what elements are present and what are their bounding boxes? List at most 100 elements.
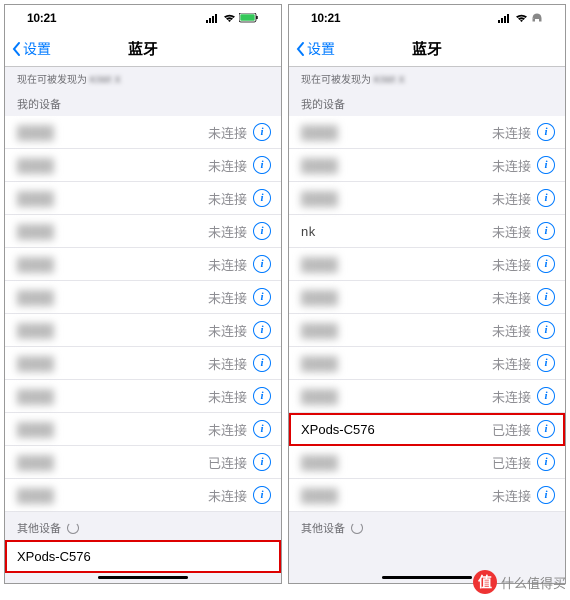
info-icon[interactable]: i	[537, 453, 555, 471]
info-icon[interactable]: i	[537, 486, 555, 504]
info-icon[interactable]: i	[537, 321, 555, 339]
info-icon[interactable]: i	[253, 255, 271, 273]
device-row[interactable]: ████未连接 i	[289, 347, 565, 380]
device-status: 未连接	[492, 123, 531, 142]
watermark: 值 什么值得买	[473, 570, 566, 594]
info-icon[interactable]: i	[537, 288, 555, 306]
discoverable-text: 现在可被发现为 KIWI X	[5, 67, 281, 88]
device-status: 未连接	[208, 123, 247, 142]
device-row[interactable]: ████未连接i	[289, 380, 565, 413]
device-row[interactable]: ████未连接 i	[289, 116, 565, 149]
device-row[interactable]: ████未连接i	[5, 116, 281, 149]
device-row[interactable]: nk未连接i	[289, 215, 565, 248]
home-indicator[interactable]	[98, 576, 188, 579]
headphones-icon	[531, 11, 543, 25]
device-status: 未连接	[492, 288, 531, 307]
signal-icon	[206, 14, 220, 23]
info-icon[interactable]: i	[253, 288, 271, 306]
info-icon[interactable]: i	[253, 321, 271, 339]
device-name: ████	[17, 323, 208, 338]
info-icon[interactable]: i	[537, 354, 555, 372]
info-icon[interactable]: i	[537, 255, 555, 273]
info-icon[interactable]: i	[253, 420, 271, 438]
spinner-icon	[67, 522, 79, 534]
device-name: ████	[301, 323, 492, 338]
device-status: 未连接	[208, 156, 247, 175]
device-status: 已连接	[492, 420, 531, 439]
my-devices-list: ████未连接i████未连接i████未连接ink未连接i████未连接i██…	[289, 116, 565, 512]
my-devices-header: 我的设备	[5, 88, 281, 116]
info-icon[interactable]: i	[253, 354, 271, 372]
wifi-icon	[223, 14, 236, 23]
device-row[interactable]: ████未连接 i	[5, 215, 281, 248]
info-icon[interactable]: i	[537, 189, 555, 207]
status-time: 10:21	[311, 11, 340, 25]
device-row[interactable]: ████未连接i	[289, 479, 565, 512]
device-name: ████	[17, 290, 208, 305]
other-devices-header: 其他设备	[5, 512, 281, 540]
info-icon[interactable]: i	[253, 387, 271, 405]
back-button[interactable]: 设置	[11, 39, 51, 59]
other-device-row[interactable]: XPods-C576	[5, 540, 281, 573]
info-icon[interactable]: i	[253, 123, 271, 141]
device-status: 未连接	[492, 321, 531, 340]
nav-title: 蓝牙	[128, 38, 158, 59]
home-indicator[interactable]	[382, 576, 472, 579]
info-icon[interactable]: i	[537, 222, 555, 240]
device-name: ████	[301, 257, 492, 272]
info-icon[interactable]: i	[253, 486, 271, 504]
device-row[interactable]: ████已连接i	[289, 446, 565, 479]
device-row[interactable]: ████未连接 i	[289, 314, 565, 347]
device-name: ████	[301, 125, 492, 140]
device-name: ████	[301, 356, 492, 371]
device-status: 未连接	[208, 222, 247, 241]
device-row[interactable]: ████未连接i	[5, 281, 281, 314]
device-row[interactable]: ████已连接 i	[5, 446, 281, 479]
device-status: 未连接	[208, 354, 247, 373]
info-icon[interactable]: i	[253, 156, 271, 174]
device-row[interactable]: ████未连接i	[5, 182, 281, 215]
device-row[interactable]: ████未连接i	[5, 149, 281, 182]
device-row[interactable]: ████未连接i	[289, 149, 565, 182]
info-icon[interactable]: i	[253, 189, 271, 207]
device-name: ████	[17, 455, 208, 470]
back-label: 设置	[307, 39, 335, 59]
info-icon[interactable]: i	[537, 387, 555, 405]
phone-screen-left: 10:21 设置 蓝牙 现在可被发现为 KIWI X 我的设备 ████未连接i…	[4, 4, 282, 584]
status-bar: 10:21	[289, 5, 565, 31]
signal-icon	[498, 14, 512, 23]
device-row[interactable]: ████未连接i	[5, 347, 281, 380]
device-name: ████	[301, 455, 492, 470]
device-row[interactable]: ████未连接i	[5, 248, 281, 281]
info-icon[interactable]: i	[537, 156, 555, 174]
device-status: 未连接	[208, 255, 247, 274]
status-time: 10:21	[27, 11, 56, 25]
device-row[interactable]: ████未连接i	[289, 281, 565, 314]
info-icon[interactable]: i	[537, 123, 555, 141]
device-row[interactable]: ████未连接i	[5, 380, 281, 413]
device-row[interactable]: ████未连接i	[289, 248, 565, 281]
other-devices-list: XPods-C576	[5, 540, 281, 573]
watermark-badge: 值	[473, 570, 497, 594]
device-status: 未连接	[492, 354, 531, 373]
device-status: 未连接	[208, 486, 247, 505]
discoverable-text: 现在可被发现为 KIWI X	[289, 67, 565, 88]
nav-title: 蓝牙	[412, 38, 442, 59]
device-status: 未连接	[208, 189, 247, 208]
device-status: 已连接	[208, 453, 247, 472]
phone-screen-right: 10:21 设置 蓝牙 现在可被发现为 KIWI X 我的设备 ████未连接i…	[288, 4, 566, 584]
device-row[interactable]: ████未连接i	[289, 182, 565, 215]
device-name: ████	[17, 224, 208, 239]
device-row[interactable]: ████未连接i	[5, 314, 281, 347]
status-indicators	[206, 13, 259, 23]
info-icon[interactable]: i	[253, 222, 271, 240]
device-row[interactable]: ████未连接i	[5, 479, 281, 512]
nav-bar: 设置 蓝牙	[5, 31, 281, 67]
device-status: 未连接	[492, 222, 531, 241]
device-name: ████	[17, 422, 208, 437]
device-row[interactable]: ████未连接i	[5, 413, 281, 446]
info-icon[interactable]: i	[253, 453, 271, 471]
device-row[interactable]: XPods-C576已连接i	[289, 413, 565, 446]
info-icon[interactable]: i	[537, 420, 555, 438]
back-button[interactable]: 设置	[295, 39, 335, 59]
